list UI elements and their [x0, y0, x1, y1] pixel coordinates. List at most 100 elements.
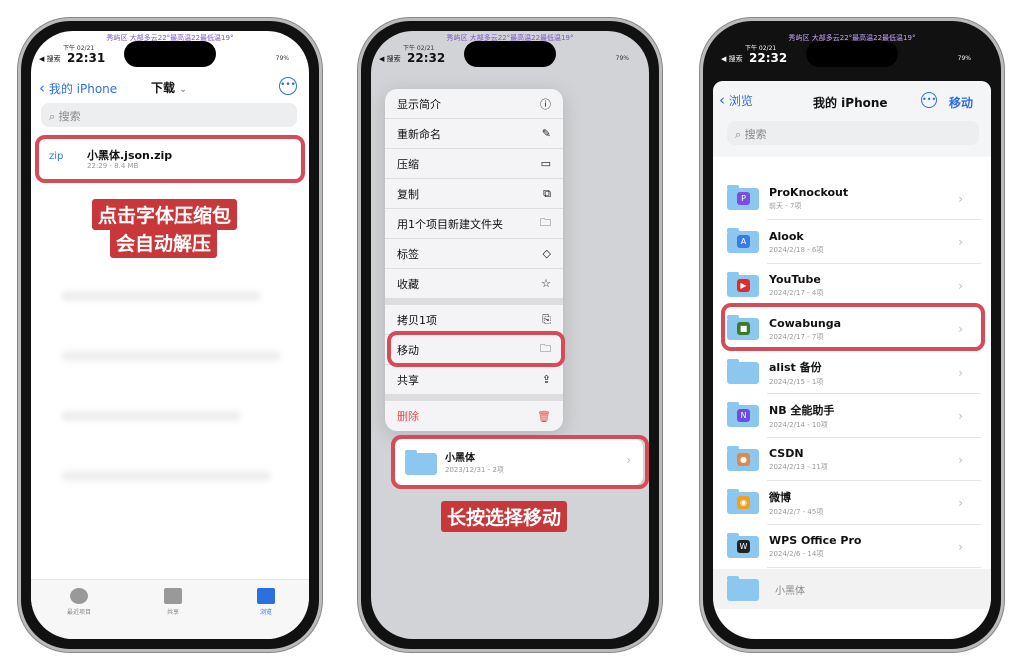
- tab-bar: 最近项目 共享 浏览: [31, 579, 309, 639]
- menu-item-duplicate[interactable]: 复制 ⧉: [385, 179, 563, 209]
- status-time: 22:31: [67, 51, 106, 65]
- folder-meta: 2024/2/18 - 6项: [769, 245, 824, 254]
- move-sheet: ‹ 浏览 我的 iPhone ••• 移动 ⌕ 搜索 P ProKnockout…: [713, 81, 991, 639]
- folder-name: YouTube: [769, 273, 821, 286]
- search-placeholder: 搜索: [744, 128, 767, 141]
- folder-title[interactable]: 下载 ⌄: [151, 79, 187, 96]
- info-icon: ⓘ: [540, 97, 551, 111]
- battery-level: 79%: [615, 55, 629, 62]
- moving-item-bar: 小黑体: [713, 569, 991, 609]
- copy-icon: ⎘: [542, 312, 551, 326]
- compress-icon: ▭: [540, 157, 551, 170]
- folder-row[interactable]: W WPS Office Pro 2024/2/6 - 14项 ›: [713, 525, 991, 568]
- menu-label: 复制: [397, 187, 419, 201]
- move-button[interactable]: 移动: [949, 94, 973, 111]
- menu-item-favorite[interactable]: 收藏 ☆: [385, 269, 563, 299]
- tab-label: 浏览: [259, 609, 272, 616]
- folder-meta: 2024/2/14 - 10项: [769, 421, 828, 429]
- blurred-row: [61, 411, 241, 421]
- status-time: 22:32: [749, 51, 788, 65]
- menu-item-new-folder[interactable]: 用1个项目新建文件夹 🗀: [385, 209, 563, 239]
- folder-row[interactable]: N NB 全能助手 2024/2/14 - 10项 ›: [713, 395, 991, 438]
- folder-row[interactable]: P ProKnockout 前天 - 7项 ›: [713, 177, 991, 220]
- chevron-right-icon: ›: [958, 452, 963, 467]
- back-label: 浏览: [728, 94, 753, 108]
- back-button[interactable]: ‹ 浏览: [719, 91, 753, 109]
- tab-browse[interactable]: 浏览: [236, 588, 296, 616]
- folder-meta: 2024/2/6 - 14项: [769, 550, 824, 558]
- folder-row[interactable]: alist 备份 2024/2/15 - 1项 ›: [713, 351, 991, 394]
- duplicate-icon: ⧉: [543, 186, 551, 200]
- title-text: 下载: [151, 81, 176, 95]
- tab-recents[interactable]: 最近项目: [49, 588, 109, 616]
- back-to-search[interactable]: ◀ 搜索: [379, 54, 401, 64]
- folder-name: ProKnockout: [769, 186, 849, 199]
- chevron-left-icon: ‹: [719, 91, 725, 109]
- menu-item-rename[interactable]: 重新命名 ✎: [385, 119, 563, 149]
- app-badge-icon: A: [737, 235, 750, 248]
- folder-name: 微博: [769, 491, 791, 504]
- menu-label: 重新命名: [397, 127, 441, 141]
- moving-item-name: 小黑体: [775, 586, 805, 597]
- search-placeholder: 搜索: [58, 110, 81, 123]
- menu-item-compress[interactable]: 压缩 ▭: [385, 149, 563, 179]
- battery-level: 79%: [957, 55, 971, 62]
- menu-label: 标签: [397, 247, 419, 261]
- search-input[interactable]: ⌕ 搜索: [727, 121, 979, 145]
- folder-name: NB 全能助手: [769, 404, 835, 417]
- app-badge-icon: ●: [737, 452, 750, 466]
- back-to-search[interactable]: ◀ 搜索: [721, 54, 743, 64]
- folder-icon: A: [727, 228, 759, 253]
- chevron-right-icon: ›: [958, 496, 963, 510]
- new-folder-icon: 🗀: [540, 216, 551, 229]
- search-icon: ⌕: [735, 128, 742, 141]
- clock-icon: [70, 588, 88, 604]
- more-icon[interactable]: •••: [921, 92, 937, 108]
- chevron-right-icon: ›: [958, 539, 963, 554]
- highlight-box: [387, 331, 565, 367]
- app-badge-icon: P: [737, 191, 750, 205]
- folder-icon: [727, 576, 759, 601]
- app-badge-icon: W: [737, 539, 750, 553]
- back-to-search[interactable]: ◀ 搜索: [39, 54, 61, 64]
- chevron-left-icon: ‹: [39, 79, 45, 97]
- phone-downloads: 秀屿区 大部多云22°最高温22最低温19° 下午 02/21 ◀ 搜索 22:…: [18, 18, 322, 652]
- back-button[interactable]: ‹ 我的 iPhone: [39, 79, 117, 97]
- menu-label: 压缩: [397, 157, 419, 171]
- menu-item-info[interactable]: 显示简介 ⓘ: [385, 89, 563, 119]
- shared-folder-icon: [164, 588, 182, 604]
- context-menu: 显示简介 ⓘ 重新命名 ✎ 压缩 ▭ 复制 ⧉ 用1个项目新建文件夹 🗀 标签 ◇ 收藏 ☆ 拷贝1项 ⎘ 移动…: [385, 89, 563, 431]
- folder-row[interactable]: ● CSDN 2024/2/13 - 11项 ›: [713, 438, 991, 481]
- folder-row[interactable]: A Alook 2024/2/18 - 6项 ›: [713, 221, 991, 264]
- folder-meta: 前天 - 7项: [769, 202, 802, 210]
- phone-move-picker: 秀屿区 大部多云22°最高温22最低温19° 下午 02/21 ◀ 搜索 22:…: [700, 18, 1004, 652]
- folder-row[interactable]: ▶ YouTube 2024/2/17 - 4项 ›: [713, 264, 991, 307]
- share-icon: ⇪: [541, 373, 551, 386]
- folder-meta: 2024/2/13 - 11项: [769, 463, 828, 471]
- caption: 长按选择移动: [441, 501, 568, 532]
- search-input[interactable]: ⌕ 搜索: [41, 103, 297, 127]
- folder-icon: ▶: [727, 271, 759, 297]
- status-time: 22:32: [407, 51, 446, 65]
- chevron-right-icon: ›: [958, 365, 963, 380]
- more-icon[interactable]: •••: [279, 77, 297, 95]
- folder-name: CSDN: [769, 447, 804, 460]
- menu-item-tags[interactable]: 标签 ◇: [385, 239, 563, 269]
- menu-label: 用1个项目新建文件夹: [397, 217, 503, 231]
- trash-icon: 🗑: [537, 409, 551, 423]
- folder-name: WPS Office Pro: [769, 534, 862, 547]
- blurred-row: [61, 351, 281, 361]
- chevron-right-icon: ›: [958, 235, 963, 249]
- highlight-box: [35, 135, 305, 183]
- menu-item-share[interactable]: 共享 ⇪: [385, 365, 563, 395]
- search-icon: ⌕: [49, 110, 56, 123]
- highlight-box: [391, 435, 649, 489]
- folder-row[interactable]: ◉ 微博 2024/2/7 - 45项 ›: [713, 482, 991, 525]
- highlight-box: [721, 303, 985, 351]
- folder-name: alist 备份: [769, 360, 822, 374]
- battery-level: 79%: [275, 55, 289, 62]
- menu-item-delete[interactable]: 删除 🗑: [385, 401, 563, 431]
- chevron-down-icon: ⌄: [179, 85, 187, 95]
- dynamic-island: [464, 41, 556, 67]
- tab-shared[interactable]: 共享: [143, 588, 203, 616]
